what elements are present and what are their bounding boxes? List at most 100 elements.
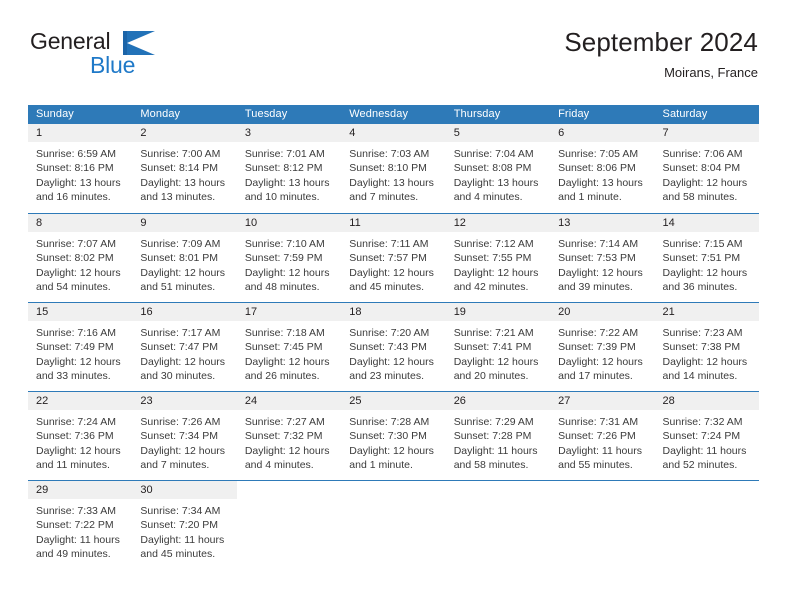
calendar-day-cell[interactable]: 4 Sunrise: 7:03 AM Sunset: 8:10 PM Daylight… — [341, 124, 446, 213]
sunrise-text: Sunrise: 7:32 AM — [662, 416, 743, 428]
calendar-day-cell[interactable]: 19 Sunrise: 7:21 AM Sunset: 7:41 PM Dayligh… — [445, 303, 551, 391]
sunrise-text: Sunrise: 7:20 AM — [349, 327, 430, 339]
calendar-day-cell[interactable]: 7 Sunrise: 7:06 AM Sunset: 8:04 PM Daylight… — [654, 124, 759, 213]
calendar-day-cell[interactable]: 17 Sunrise: 7:18 AM Sunset: 7:45 PM Dayligh… — [236, 303, 342, 391]
sunset-text: Sunset: 7:26 PM — [558, 430, 636, 443]
daylight-text: Daylight: 12 hours and 14 minutes. — [662, 355, 748, 383]
calendar-day-cell[interactable]: 22 Sunrise: 7:24 AM Sunset: 7:36 PM Dayligh… — [28, 392, 133, 480]
page-title: September 2024 — [564, 27, 758, 57]
sunrise-text: Sunrise: 7:09 AM — [140, 238, 221, 250]
day-details: Sunrise: 7:16 AM Sunset: 7:49 PM Daylight:… — [28, 321, 132, 384]
day-details: Sunrise: 7:04 AM Sunset: 8:08 PM Daylight:… — [446, 142, 550, 205]
calendar-day-cell[interactable]: 18 Sunrise: 7:20 AM Sunset: 7:43 PM Dayligh… — [341, 303, 446, 391]
daylight-text: Daylight: 13 hours and 13 minutes. — [140, 176, 226, 204]
day-details: Sunrise: 7:24 AM Sunset: 7:36 PM Daylight:… — [28, 410, 132, 473]
sunset-text: Sunset: 7:38 PM — [662, 341, 741, 354]
sunrise-text: Sunrise: 7:12 AM — [453, 238, 534, 250]
daylight-text: Daylight: 13 hours and 1 minute. — [558, 176, 643, 204]
day-number: 14 — [654, 214, 759, 232]
weekday-header-thursday: Thursday — [453, 108, 501, 120]
day-number: 9 — [132, 214, 237, 232]
daylight-text: Daylight: 11 hours and 58 minutes. — [453, 444, 538, 472]
daylight-text: Daylight: 12 hours and 45 minutes. — [349, 266, 434, 294]
weekday-header-monday: Monday — [140, 108, 181, 120]
calendar-day-cell[interactable]: 29 Sunrise: 7:33 AM Sunset: 7:22 PM Dayligh… — [28, 481, 133, 569]
day-details: Sunrise: 7:14 AM Sunset: 7:53 PM Daylight:… — [550, 232, 654, 295]
day-number: 5 — [445, 124, 551, 142]
calendar-day-cell[interactable]: 3 Sunrise: 7:01 AM Sunset: 8:12 PM Daylight… — [236, 124, 342, 213]
calendar-day-cell[interactable]: 20 Sunrise: 7:22 AM Sunset: 7:39 PM Dayligh… — [550, 303, 655, 391]
day-details: Sunrise: 7:17 AM Sunset: 7:47 PM Daylight:… — [132, 321, 236, 384]
calendar-day-cell[interactable]: 8 Sunrise: 7:07 AM Sunset: 8:02 PM Daylight… — [28, 214, 133, 302]
brand-logo[interactable]: General Blue — [28, 26, 258, 88]
sunset-text: Sunset: 7:51 PM — [662, 252, 741, 265]
calendar-day-cell[interactable]: 5 Sunrise: 7:04 AM Sunset: 8:08 PM Daylight… — [445, 124, 551, 213]
sunset-text: Sunset: 8:10 PM — [349, 162, 427, 175]
calendar-day-cell[interactable]: 21 Sunrise: 7:23 AM Sunset: 7:38 PM Dayligh… — [654, 303, 759, 391]
calendar-day-cell[interactable]: 13 Sunrise: 7:14 AM Sunset: 7:53 PM Dayligh… — [550, 214, 655, 302]
brand-name-top: General — [30, 28, 111, 54]
sunrise-text: Sunrise: 7:27 AM — [244, 416, 325, 428]
sunrise-text: Sunrise: 7:01 AM — [244, 148, 325, 160]
sunrise-text: Sunrise: 6:59 AM — [36, 148, 116, 160]
day-details: Sunrise: 7:27 AM Sunset: 7:32 PM Daylight:… — [237, 410, 341, 473]
calendar-day-cell[interactable]: 14 Sunrise: 7:15 AM Sunset: 7:51 PM Dayligh… — [654, 214, 759, 302]
sunset-text: Sunset: 8:01 PM — [140, 252, 219, 265]
calendar-day-cell[interactable]: 15 Sunrise: 7:16 AM Sunset: 7:49 PM Dayligh… — [28, 303, 133, 391]
day-details: Sunrise: 7:22 AM Sunset: 7:39 PM Daylight:… — [550, 321, 654, 384]
day-number: 15 — [28, 303, 133, 321]
day-number: 7 — [654, 124, 759, 142]
day-details: Sunrise: 7:33 AM Sunset: 7:22 PM Daylight:… — [28, 499, 132, 562]
sunset-text: Sunset: 7:41 PM — [453, 341, 532, 354]
sunset-text: Sunset: 8:16 PM — [36, 162, 114, 175]
calendar-day-cell[interactable]: 25 Sunrise: 7:28 AM Sunset: 7:30 PM Dayligh… — [341, 392, 446, 480]
calendar-day-cell[interactable]: 2 Sunrise: 7:00 AM Sunset: 8:14 PM Daylight… — [132, 124, 237, 213]
calendar-day-cell[interactable]: 10 Sunrise: 7:10 AM Sunset: 7:59 PM Dayligh… — [236, 214, 342, 302]
calendar-day-cell[interactable]: 30 Sunrise: 7:34 AM Sunset: 7:20 PM Dayligh… — [132, 481, 237, 569]
calendar-day-cell[interactable]: 1 Sunrise: 6:59 AM Sunset: 8:16 PM Daylight… — [28, 124, 133, 213]
page-subtitle: Moirans, France — [664, 65, 758, 80]
day-number — [237, 481, 341, 499]
calendar-day-cell[interactable]: 9 Sunrise: 7:09 AM Sunset: 8:01 PM Daylight… — [132, 214, 237, 302]
calendar-day-cell[interactable]: 6 Sunrise: 7:05 AM Sunset: 8:06 PM Daylight… — [550, 124, 655, 213]
day-number: 19 — [445, 303, 551, 321]
day-number: 22 — [28, 392, 133, 410]
calendar-day-cell[interactable]: 11 Sunrise: 7:11 AM Sunset: 7:57 PM Dayligh… — [341, 214, 446, 302]
sunrise-text: Sunrise: 7:10 AM — [244, 238, 325, 250]
calendar-empty-cell — [655, 481, 759, 569]
daylight-text: Daylight: 12 hours and 51 minutes. — [140, 266, 226, 294]
calendar-day-cell[interactable]: 23 Sunrise: 7:26 AM Sunset: 7:34 PM Dayligh… — [132, 392, 237, 480]
calendar-page: General Blue September 2024 Moirans, Fra… — [0, 0, 792, 612]
day-number: 10 — [236, 214, 342, 232]
page-header: General Blue September 2024 Moirans, Fra… — [28, 26, 758, 98]
sunrise-text: Sunrise: 7:11 AM — [349, 238, 429, 250]
day-number: 28 — [654, 392, 759, 410]
day-number: 17 — [236, 303, 342, 321]
weekday-header-saturday: Saturday — [662, 108, 708, 120]
day-number: 29 — [28, 481, 133, 499]
sunset-text: Sunset: 7:49 PM — [36, 341, 114, 354]
calendar-day-cell[interactable]: 28 Sunrise: 7:32 AM Sunset: 7:24 PM Dayligh… — [654, 392, 759, 480]
sunset-text: Sunset: 7:43 PM — [349, 341, 427, 354]
sunrise-text: Sunrise: 7:29 AM — [453, 416, 534, 428]
calendar-week-row: 29 Sunrise: 7:33 AM Sunset: 7:22 PM Dayligh… — [28, 480, 759, 569]
calendar-day-cell[interactable]: 27 Sunrise: 7:31 AM Sunset: 7:26 PM Dayligh… — [550, 392, 655, 480]
calendar-body: 1 Sunrise: 6:59 AM Sunset: 8:16 PM Daylight… — [28, 124, 759, 569]
daylight-text: Daylight: 12 hours and 58 minutes. — [662, 176, 748, 204]
calendar-week-row: 15 Sunrise: 7:16 AM Sunset: 7:49 PM Dayligh… — [28, 302, 759, 391]
calendar-day-cell[interactable]: 12 Sunrise: 7:12 AM Sunset: 7:55 PM Dayligh… — [445, 214, 551, 302]
sunset-text: Sunset: 8:06 PM — [558, 162, 636, 175]
calendar-empty-cell — [446, 481, 550, 569]
sunset-text: Sunset: 7:57 PM — [349, 252, 427, 265]
day-details: Sunrise: 7:06 AM Sunset: 8:04 PM Daylight:… — [655, 142, 759, 205]
sunset-text: Sunset: 7:24 PM — [662, 430, 741, 443]
sunset-text: Sunset: 8:02 PM — [36, 252, 114, 265]
calendar-day-cell[interactable]: 24 Sunrise: 7:27 AM Sunset: 7:32 PM Dayligh… — [236, 392, 342, 480]
day-number: 16 — [132, 303, 237, 321]
calendar-day-cell[interactable]: 16 Sunrise: 7:17 AM Sunset: 7:47 PM Dayligh… — [132, 303, 237, 391]
calendar-day-cell[interactable]: 26 Sunrise: 7:29 AM Sunset: 7:28 PM Dayligh… — [445, 392, 551, 480]
daylight-text: Daylight: 11 hours and 55 minutes. — [558, 444, 642, 472]
day-number — [446, 481, 550, 499]
daylight-text: Daylight: 12 hours and 20 minutes. — [453, 355, 539, 383]
sunrise-text: Sunrise: 7:14 AM — [558, 238, 639, 250]
